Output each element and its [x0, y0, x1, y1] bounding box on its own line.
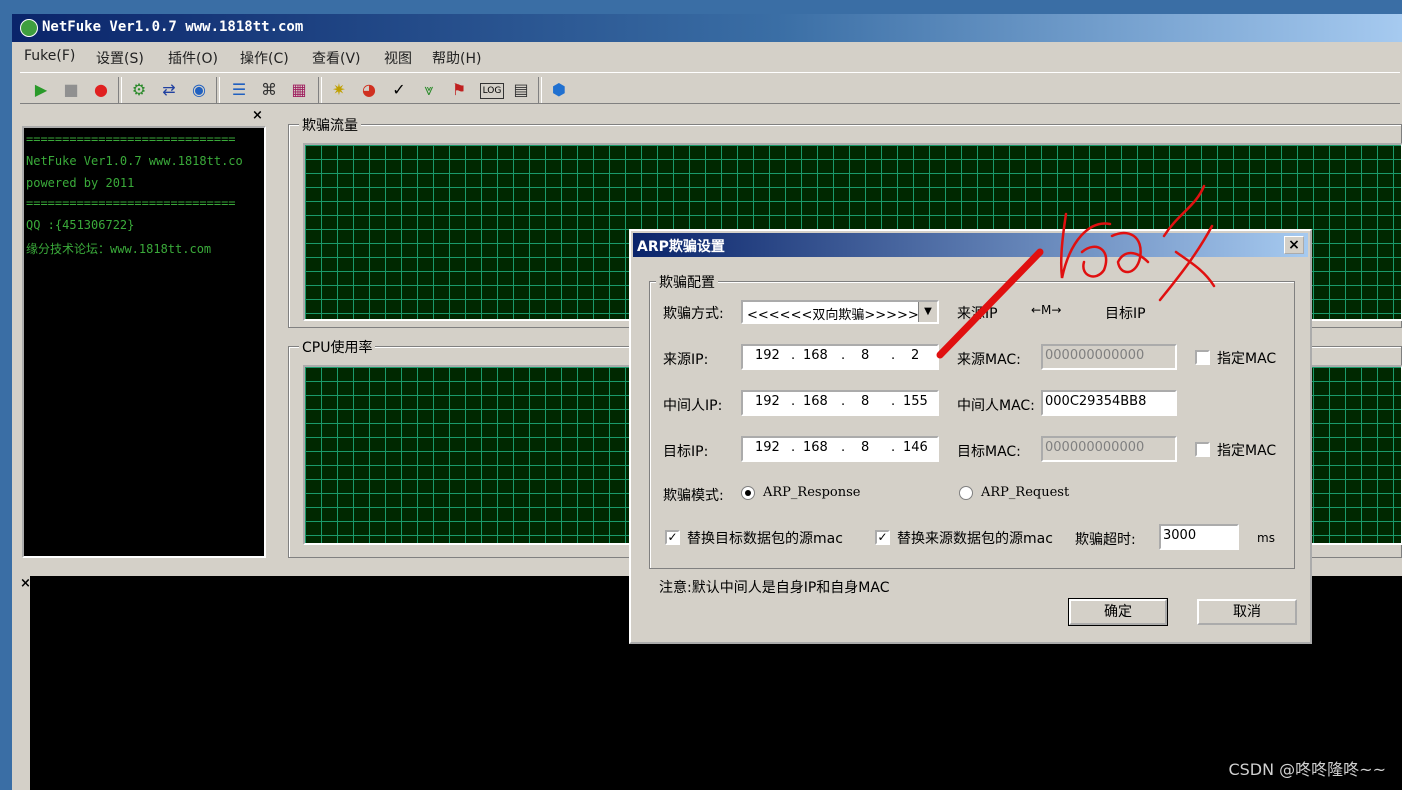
red-annotation: [936, 184, 1216, 359]
watermark: CSDN @咚咚隆咚~~: [1228, 760, 1386, 779]
